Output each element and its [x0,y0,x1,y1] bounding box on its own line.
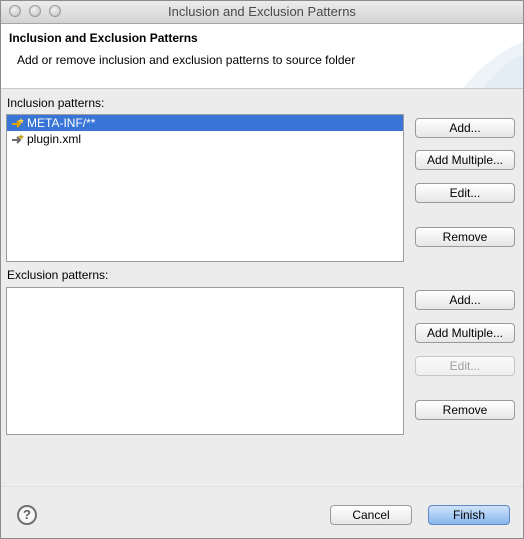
inclusion-pattern-icon [12,118,24,128]
exclusion-add-multiple-button[interactable]: Add Multiple... [415,323,515,343]
inclusion-list[interactable]: META-INF/** plugin.xml [6,114,404,262]
exclusion-edit-button: Edit... [415,356,515,376]
inclusion-edit-button[interactable]: Edit... [415,183,515,203]
exclusion-remove-button[interactable]: Remove [415,400,515,420]
banner-swoosh-icon [463,42,523,88]
exclusion-list[interactable] [6,287,404,435]
inclusion-item-label: META-INF/** [27,116,96,130]
exclusion-add-button[interactable]: Add... [415,290,515,310]
list-item[interactable]: plugin.xml [7,131,403,147]
inclusion-item-label: plugin.xml [27,132,82,146]
inclusion-remove-button[interactable]: Remove [415,227,515,247]
header-title: Inclusion and Exclusion Patterns [9,31,198,45]
cancel-button[interactable]: Cancel [330,505,412,525]
help-icon[interactable]: ? [17,505,37,525]
list-item[interactable]: META-INF/** [7,115,403,131]
title-bar: Inclusion and Exclusion Patterns [1,1,523,24]
dialog-window: Inclusion and Exclusion Patterns Inclusi… [0,0,524,539]
header-description: Add or remove inclusion and exclusion pa… [17,53,356,67]
dialog-header: Inclusion and Exclusion Patterns Add or … [1,24,523,89]
window-title: Inclusion and Exclusion Patterns [168,4,356,19]
inclusion-add-button[interactable]: Add... [415,118,515,138]
inclusion-label: Inclusion patterns: [7,96,105,110]
finish-button[interactable]: Finish [428,505,510,525]
inclusion-add-multiple-button[interactable]: Add Multiple... [415,150,515,170]
inclusion-pattern-icon [12,134,24,144]
footer-divider [1,486,523,487]
exclusion-label: Exclusion patterns: [7,268,109,282]
